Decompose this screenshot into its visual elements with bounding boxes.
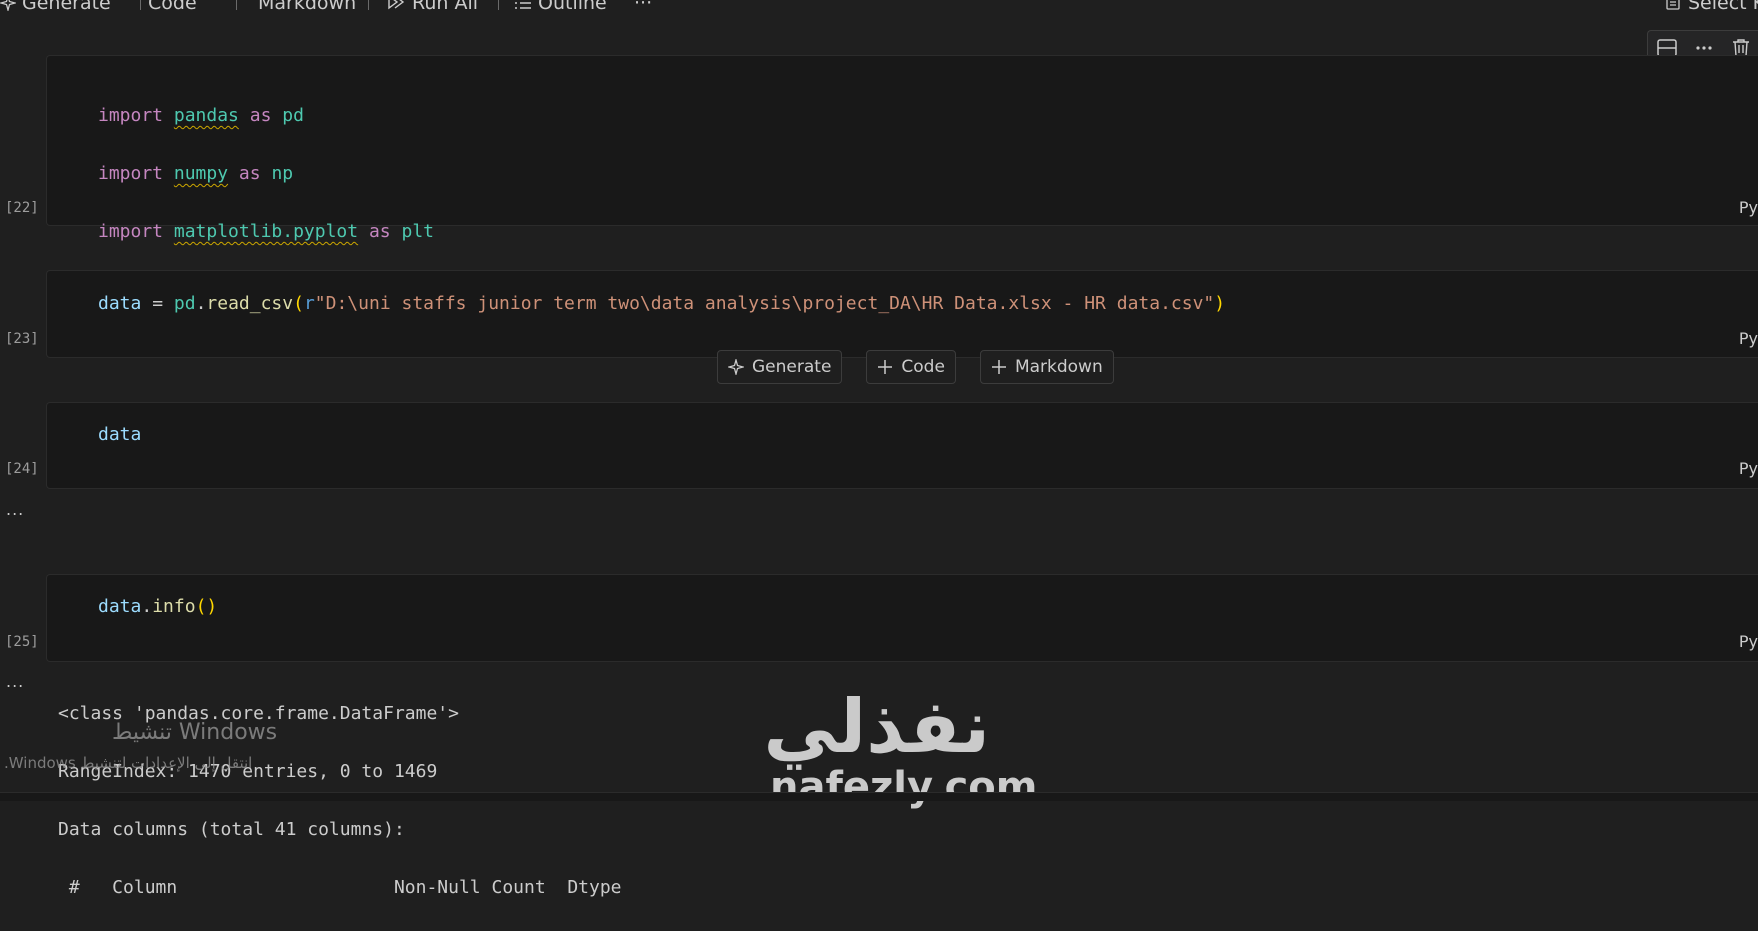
outline-button[interactable]: Outline xyxy=(514,0,607,14)
execution-count: [25] xyxy=(5,634,39,650)
toolbar-divider xyxy=(236,0,237,10)
code-cell[interactable] xyxy=(46,402,1758,489)
code-editor[interactable]: data.info() xyxy=(98,592,217,621)
markdown-label: Markdown xyxy=(258,0,357,14)
cell-language[interactable]: Py xyxy=(1739,632,1758,651)
insert-markdown-label: Markdown xyxy=(1014,357,1103,377)
plus-icon xyxy=(877,359,893,375)
generate-toolbar-button[interactable]: Generate xyxy=(0,0,111,14)
code-editor[interactable]: data xyxy=(98,420,141,449)
outline-label: Outline xyxy=(538,0,607,14)
run-all-label: Run All xyxy=(412,0,479,14)
code-line: import matplotlib.pyplot as plt xyxy=(98,221,434,242)
nafezly-watermark: نفذلي nafezly.com xyxy=(763,684,1038,810)
cell-language[interactable]: Py xyxy=(1739,198,1758,217)
execution-count: [23] xyxy=(5,331,39,347)
code-editor[interactable]: data = pd.read_csv(r"D:\uni staffs junio… xyxy=(98,289,1225,318)
code-label: Code xyxy=(148,0,197,14)
insert-cell-bar: Generate Code Markdown xyxy=(717,350,1114,384)
watermark-arabic: نفذلي xyxy=(763,684,990,770)
run-all-icon xyxy=(386,0,406,12)
generate-label: Generate xyxy=(22,0,111,14)
output-collapsed-ellipsis[interactable]: ... xyxy=(6,500,24,519)
code-line: import numpy as np xyxy=(98,163,294,184)
toolbar-divider xyxy=(140,0,141,10)
sparkle-icon xyxy=(728,359,744,375)
insert-markdown-button[interactable]: Markdown xyxy=(979,350,1114,384)
kernel-icon xyxy=(1664,0,1682,12)
add-markdown-toolbar-button[interactable]: Markdown xyxy=(258,0,356,14)
output-line: Data columns (total 41 columns): xyxy=(58,819,405,840)
execution-count: [24] xyxy=(5,461,39,477)
sparkle-icon xyxy=(0,0,16,11)
insert-code-label: Code xyxy=(901,357,945,377)
insert-code-button[interactable]: Code xyxy=(866,350,956,384)
insert-generate-button[interactable]: Generate xyxy=(717,350,843,384)
plus-icon xyxy=(991,359,1007,375)
run-all-button[interactable]: Run All xyxy=(386,0,478,14)
output-line: # Column Non-Null Count Dtype xyxy=(58,877,622,898)
code-cell[interactable] xyxy=(46,574,1758,662)
select-kernel-label: Select K xyxy=(1688,0,1758,14)
cell-language[interactable]: Py xyxy=(1739,329,1758,348)
watermark-latin: nafezly.com xyxy=(770,764,1038,810)
cell-language[interactable]: Py xyxy=(1739,459,1758,478)
execution-count: [22] xyxy=(5,200,39,216)
code-line: import pandas as pd xyxy=(98,105,304,126)
list-icon xyxy=(514,0,532,11)
activation-subtitle: انتقل إلى الإعدادات لتنشيط Windows. xyxy=(4,754,253,772)
activation-title: Windows تنشيط xyxy=(112,720,278,745)
toolbar-divider xyxy=(498,0,499,10)
add-code-toolbar-button[interactable]: Code xyxy=(148,0,197,14)
more-actions-button[interactable]: ··· xyxy=(634,0,652,14)
select-kernel-button[interactable]: Select K xyxy=(1664,0,1758,14)
insert-generate-label: Generate xyxy=(752,357,832,377)
output-ellipsis[interactable]: ... xyxy=(6,672,24,691)
more-label: ··· xyxy=(634,0,653,14)
notebook-toolbar: Generate Code Markdown Run All Outline ·… xyxy=(0,0,1758,22)
toolbar-divider xyxy=(368,0,369,10)
